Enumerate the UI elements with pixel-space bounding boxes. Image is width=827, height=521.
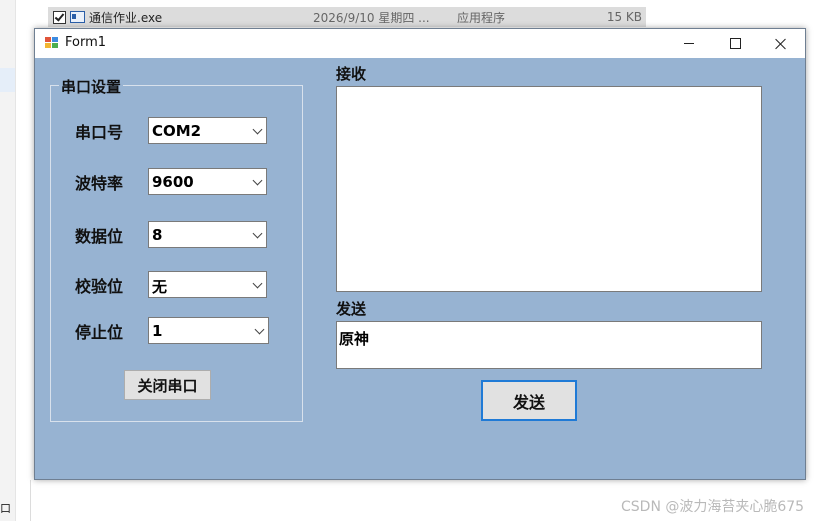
- close-icon: [775, 38, 787, 50]
- port-combobox[interactable]: COM2: [148, 117, 267, 144]
- serial-settings-group: 串口设置 串口号 COM2 波特率 9600 数据位 8 校验位 无 停止位 1…: [50, 76, 303, 422]
- parity-value: 无: [152, 278, 168, 296]
- send-content: 原神: [339, 330, 370, 348]
- minimize-button[interactable]: [666, 29, 712, 58]
- parity-label: 校验位: [75, 277, 124, 296]
- explorer-nav-glyph: 口: [0, 502, 11, 515]
- close-port-button[interactable]: 关闭串口: [124, 370, 211, 400]
- stopbits-value: 1: [152, 322, 163, 340]
- maximize-icon: [729, 38, 741, 49]
- file-name: 通信作业.exe: [89, 10, 163, 25]
- explorer-nav-selected[interactable]: [0, 68, 15, 92]
- baud-combobox[interactable]: 9600: [148, 168, 267, 195]
- file-type: 应用程序: [457, 10, 506, 25]
- form1-window: Form1 串口设置 串口号 COM2 波特率 9600 数据位 8 校验位 无…: [34, 28, 806, 480]
- checkbox-icon[interactable]: [53, 10, 66, 24]
- exe-file-icon: [70, 11, 85, 23]
- chevron-down-icon[interactable]: [252, 175, 263, 186]
- window-title: Form1: [65, 35, 107, 50]
- chevron-down-icon[interactable]: [254, 324, 265, 335]
- send-label: 发送: [336, 300, 367, 318]
- explorer-nav-pane: 口: [0, 0, 16, 521]
- file-date: 2026/9/10 星期四 ...: [313, 10, 430, 25]
- databits-value: 8: [152, 226, 163, 244]
- minimize-icon: [684, 43, 694, 44]
- port-value: COM2: [152, 122, 202, 140]
- stopbits-label: 停止位: [75, 323, 124, 342]
- databits-label: 数据位: [75, 227, 124, 246]
- stopbits-combobox[interactable]: 1: [148, 317, 269, 344]
- port-label: 串口号: [75, 123, 124, 142]
- explorer-divider: [30, 480, 31, 521]
- databits-combobox[interactable]: 8: [148, 221, 267, 248]
- parity-combobox[interactable]: 无: [148, 271, 267, 298]
- serial-settings-title: 串口设置: [59, 76, 124, 97]
- baud-label: 波特率: [75, 174, 124, 193]
- chevron-down-icon[interactable]: [252, 228, 263, 239]
- send-textbox[interactable]: 原神: [336, 321, 762, 369]
- baud-value: 9600: [152, 173, 194, 191]
- maximize-button[interactable]: [712, 29, 758, 58]
- chevron-down-icon[interactable]: [252, 124, 263, 135]
- title-bar[interactable]: Form1: [35, 29, 805, 58]
- receive-textbox[interactable]: [336, 86, 762, 292]
- chevron-down-icon[interactable]: [252, 278, 263, 289]
- receive-label: 接收: [336, 65, 367, 83]
- file-list-row[interactable]: 通信作业.exe 2026/9/10 星期四 ... 应用程序 15 KB: [48, 7, 646, 27]
- send-button[interactable]: 发送: [481, 380, 577, 421]
- file-size: 15 KB: [606, 10, 642, 24]
- app-icon: [45, 37, 58, 49]
- watermark: CSDN @波力海苔夹心脆675: [621, 499, 805, 515]
- close-button[interactable]: [758, 29, 804, 58]
